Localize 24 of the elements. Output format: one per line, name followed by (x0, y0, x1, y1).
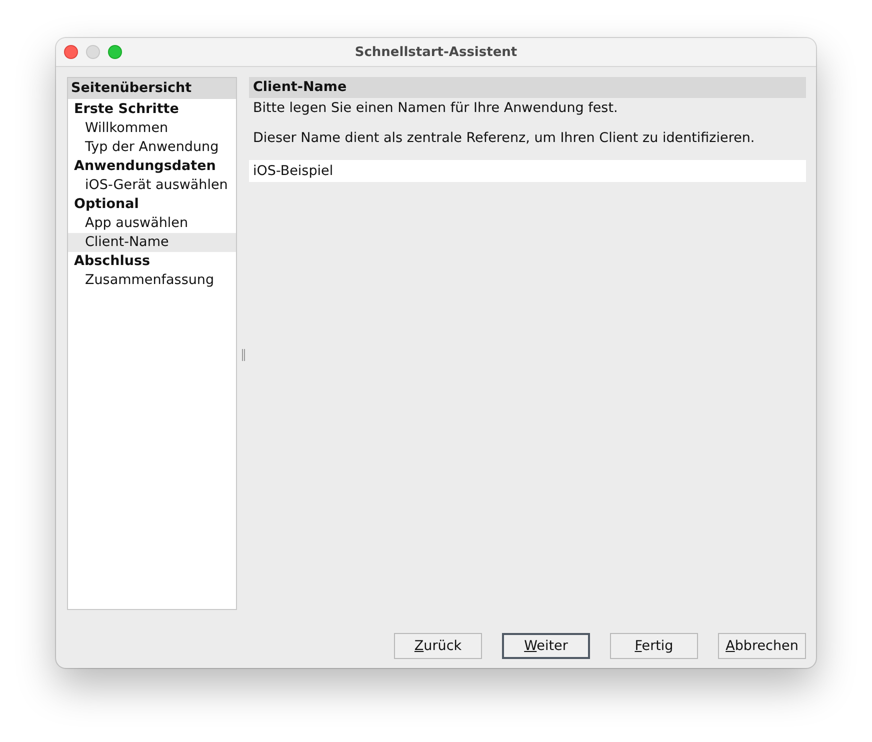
zoom-icon[interactable] (108, 45, 122, 59)
tree-item[interactable]: Willkommen (68, 119, 236, 138)
instruction-text: Dieser Name dient als zentrale Referenz, um Ihren Client zu identifizieren. (253, 130, 756, 146)
tree-group: Abschluss (68, 252, 236, 271)
input-field[interactable]: iOS-Beispiel (249, 160, 806, 182)
tree-group: Anwendungsdaten (68, 157, 236, 176)
instruction-text: Bitte legen Sie einen Namen für Ihre Anwendung fest. (253, 100, 619, 116)
splitter-handle[interactable] (242, 349, 244, 361)
window-title: Schnellstart-Assistent (354, 44, 518, 60)
tree-item[interactable]: iOS-Gerät auswählen (68, 176, 236, 195)
page-header: Client-Name (249, 77, 806, 98)
tree-item[interactable]: Typ der Anwendung (68, 138, 236, 157)
wizard-button[interactable]: Abbrechen (718, 633, 806, 659)
tree-item[interactable]: Client-Name (68, 233, 236, 252)
wizard-button[interactable]: Weiter (502, 633, 590, 659)
minimize-icon[interactable] (86, 45, 100, 59)
tree-group: Erste Schritte (68, 100, 236, 119)
tree-group: Optional (68, 195, 236, 214)
sidebar-header: Seitenübersicht (68, 78, 236, 99)
tree-item[interactable]: App auswählen (68, 214, 236, 233)
wizard-button[interactable]: Fertig (610, 633, 698, 659)
wizard-button[interactable]: Zurück (394, 633, 482, 659)
tree-item[interactable]: Zusammenfassung (68, 271, 236, 290)
close-icon[interactable] (64, 45, 78, 59)
